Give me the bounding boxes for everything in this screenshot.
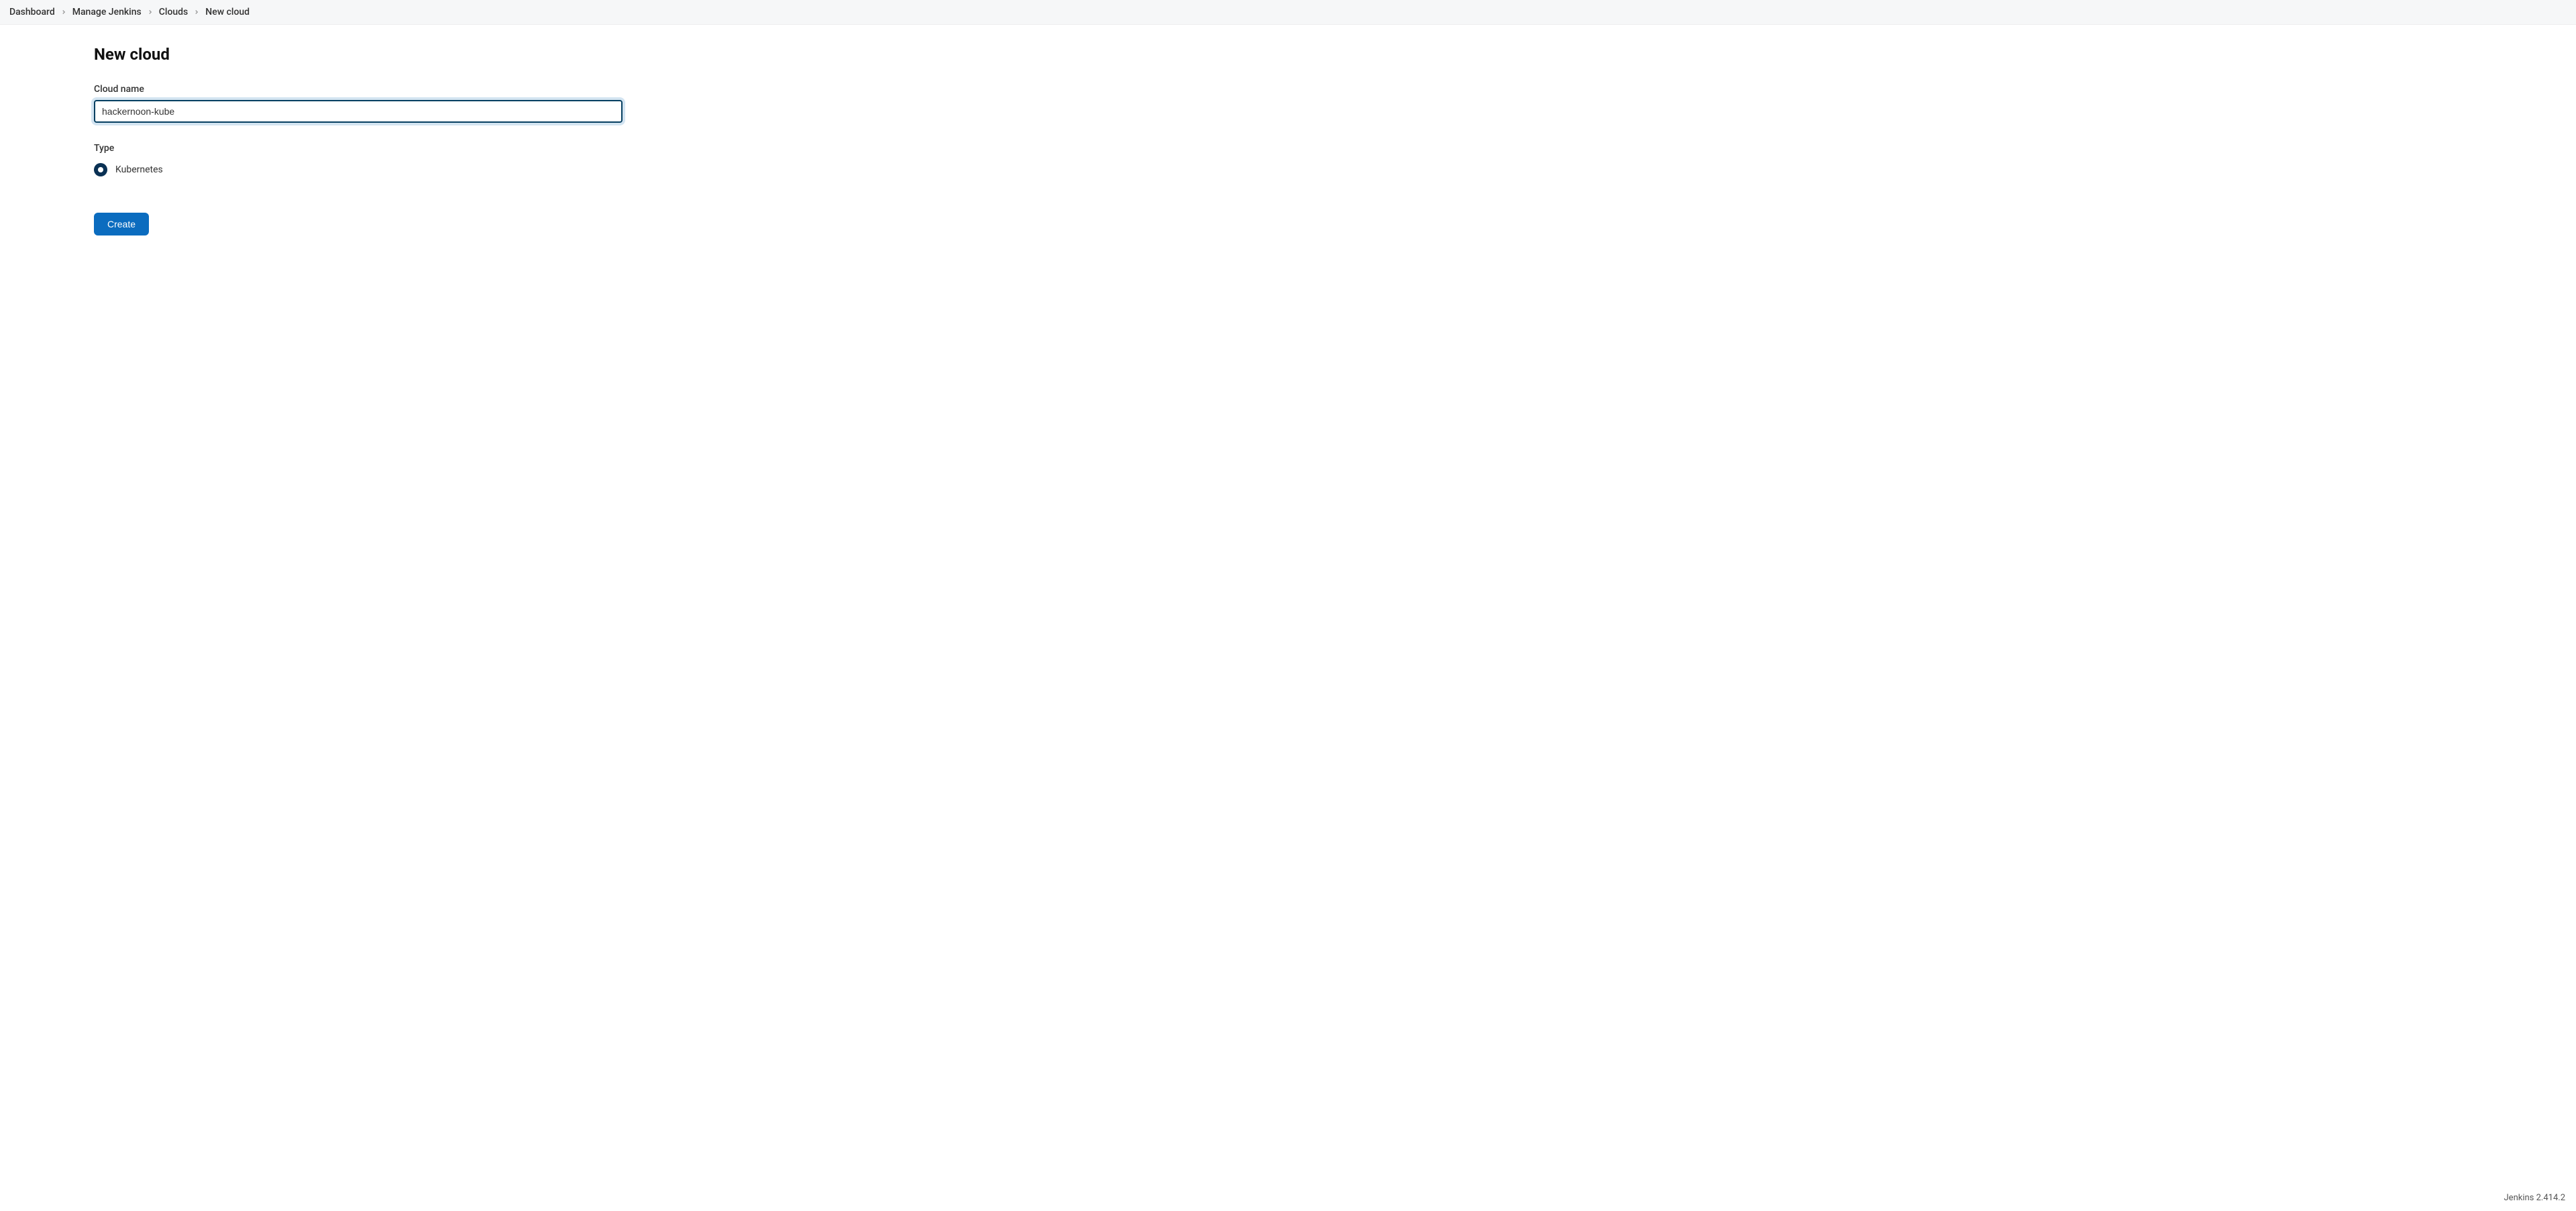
jenkins-version: Jenkins 2.414.2 — [2504, 1193, 2566, 1203]
page-title: New cloud — [94, 45, 2482, 64]
radio-option-kubernetes[interactable]: Kubernetes — [94, 160, 2482, 179]
chevron-right-icon — [147, 9, 154, 15]
breadcrumb-current: New cloud — [205, 7, 250, 17]
cloud-name-input-wrapper — [94, 100, 623, 123]
breadcrumb-link-clouds[interactable]: Clouds — [159, 7, 189, 17]
chevron-right-icon — [193, 9, 200, 15]
chevron-right-icon — [60, 9, 67, 15]
radio-button-inner-icon — [98, 167, 103, 172]
type-radio-group: Kubernetes — [94, 160, 2482, 179]
radio-label-kubernetes: Kubernetes — [115, 164, 163, 175]
breadcrumb: Dashboard Manage Jenkins Clouds New clou… — [0, 0, 2576, 25]
type-label: Type — [94, 143, 2482, 154]
cloud-name-label: Cloud name — [94, 84, 2482, 95]
create-button[interactable]: Create — [94, 213, 149, 235]
form-group-type: Type Kubernetes — [94, 143, 2482, 179]
cloud-name-input[interactable] — [94, 100, 623, 123]
breadcrumb-link-manage-jenkins[interactable]: Manage Jenkins — [72, 7, 142, 17]
radio-button-icon — [94, 163, 107, 176]
breadcrumb-link-dashboard[interactable]: Dashboard — [9, 7, 55, 17]
footer: Jenkins 2.414.2 — [0, 1185, 2576, 1211]
main-content: New cloud Cloud name Type Kubernetes Cre… — [0, 25, 2576, 1185]
form-group-cloud-name: Cloud name — [94, 84, 2482, 123]
